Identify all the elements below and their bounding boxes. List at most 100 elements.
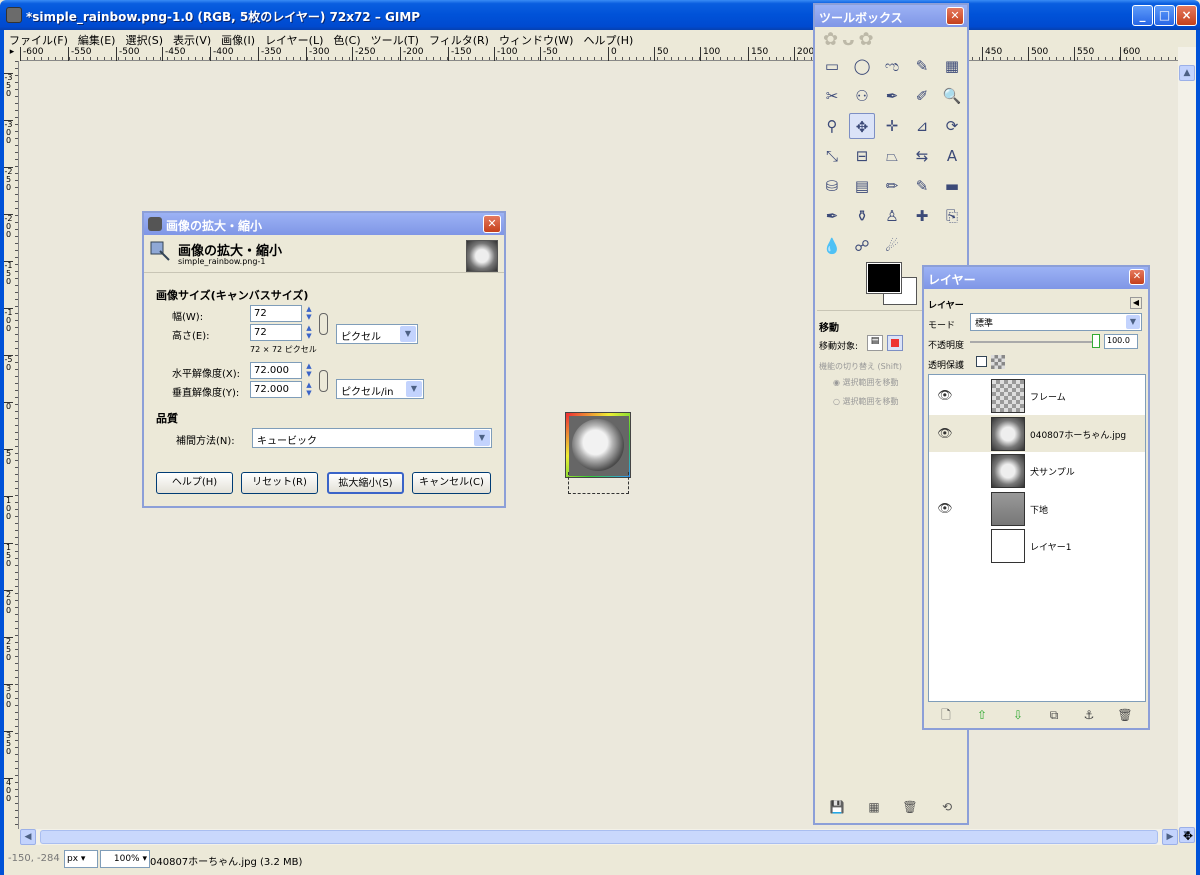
menu-filters[interactable]: フィルタ(R) (424, 30, 494, 47)
tool-icon[interactable]: ⚱ (849, 203, 875, 229)
mode-select[interactable]: 標準 ▼ (970, 313, 1142, 331)
interpolation-select[interactable]: キュービック ▼ (252, 428, 492, 448)
tool-icon[interactable]: ಌ (879, 53, 905, 79)
help-button[interactable]: ヘルプ(H) (156, 472, 233, 494)
toolbox-close-button[interactable]: ✕ (946, 7, 964, 25)
tool-icon[interactable]: ⤡ (819, 143, 845, 169)
visibility-eye-icon[interactable]: 👁 (937, 426, 953, 440)
tool-icon[interactable]: ✥ (849, 113, 875, 139)
menu-windows[interactable]: ウィンドウ(W) (494, 30, 578, 47)
tool-icon[interactable]: ⚲ (819, 113, 845, 139)
hscroll-thumb[interactable] (40, 830, 1158, 844)
tool-icon[interactable]: ⟳ (939, 113, 965, 139)
duplicate-layer-icon[interactable]: ⧉ (1046, 707, 1062, 723)
height-spin-icon[interactable]: ▲ ▼ (304, 324, 314, 341)
move-selection-icon[interactable] (887, 335, 903, 351)
quick-mask-corner-icon[interactable]: ▸ (4, 47, 20, 61)
menu-colors[interactable]: 色(C) (328, 30, 365, 47)
minimize-button[interactable]: _ (1132, 5, 1153, 26)
tool-icon[interactable]: ⇆ (909, 143, 935, 169)
navigate-icon[interactable]: ✥ (1180, 829, 1196, 845)
tool-icon[interactable]: ▦ (939, 53, 965, 79)
visibility-eye-icon[interactable] (937, 538, 953, 552)
tool-icon[interactable]: ⊿ (909, 113, 935, 139)
width-spin-icon[interactable]: ▲ ▼ (304, 305, 314, 322)
delete-options-icon[interactable]: 🗑 (902, 799, 918, 815)
scale-button[interactable]: 拡大縮小(S) (327, 472, 404, 494)
raise-layer-icon[interactable]: ⇧ (974, 707, 990, 723)
zoom-select[interactable]: 100% ▾ (100, 850, 150, 868)
res-unit-select[interactable]: ピクセル/in ▼ (336, 379, 424, 399)
horizontal-scrollbar[interactable]: ◀ ▶ (20, 829, 1178, 845)
tool-icon[interactable]: ♙ (879, 203, 905, 229)
move-layer-icon[interactable]: ▤ (867, 335, 883, 351)
tool-icon[interactable]: ⎘ (939, 203, 965, 229)
tool-icon[interactable]: ✂ (819, 83, 845, 109)
tool-icon[interactable]: ✚ (909, 203, 935, 229)
reset-button[interactable]: リセット(R) (241, 472, 318, 494)
tool-icon[interactable]: ☍ (849, 233, 875, 259)
tool-icon[interactable]: ✎ (909, 173, 935, 199)
tool-icon[interactable]: ✒ (879, 83, 905, 109)
tool-icon[interactable]: ⏢ (879, 143, 905, 169)
tool-icon[interactable]: ✐ (909, 83, 935, 109)
tool-icon[interactable]: ✏ (879, 173, 905, 199)
height-input[interactable]: 72 (250, 324, 302, 341)
yres-input[interactable]: 72.000 (250, 381, 302, 398)
close-button[interactable]: × (1176, 5, 1197, 26)
new-layer-icon[interactable]: 🗋 (938, 707, 954, 723)
visibility-eye-icon[interactable]: 👁 (937, 388, 953, 402)
tool-icon[interactable]: ▭ (819, 53, 845, 79)
save-options-icon[interactable]: 💾 (829, 799, 845, 815)
foreground-color-swatch[interactable] (866, 262, 902, 294)
tool-icon[interactable]: ☄ (879, 233, 905, 259)
anchor-layer-icon[interactable]: ⚓ (1081, 707, 1097, 723)
delete-layer-icon[interactable]: 🗑 (1117, 707, 1133, 723)
width-input[interactable]: 72 (250, 305, 302, 322)
tool-icon[interactable]: 🔍 (939, 83, 965, 109)
tool-icon[interactable]: ✛ (879, 113, 905, 139)
scroll-left-icon[interactable]: ◀ (20, 829, 36, 845)
visibility-eye-icon[interactable] (937, 463, 953, 477)
xres-input[interactable]: 72.000 (250, 362, 302, 379)
tool-icon[interactable]: A (939, 143, 965, 169)
restore-options-icon[interactable]: ▦ (866, 799, 882, 815)
scroll-right-icon[interactable]: ▶ (1162, 829, 1178, 845)
maximize-button[interactable]: □ (1154, 5, 1175, 26)
res-chain-link-icon[interactable] (319, 370, 328, 392)
lower-layer-icon[interactable]: ⇩ (1010, 707, 1026, 723)
menu-tools[interactable]: ツール(T) (366, 30, 424, 47)
reset-options-icon[interactable]: ⟲ (939, 799, 955, 815)
tool-icon[interactable]: ◯ (849, 53, 875, 79)
layer-row[interactable]: 犬サンプル (929, 452, 1145, 489)
menu-layer[interactable]: レイヤー(L) (260, 30, 328, 47)
menu-view[interactable]: 表示(V) (168, 30, 216, 47)
visibility-eye-icon[interactable]: 👁 (937, 501, 953, 515)
layer-row[interactable]: 👁 040807ホーちゃん.jpg (929, 414, 1145, 452)
vertical-scrollbar[interactable]: ▲ ▼ (1178, 47, 1196, 843)
tool-icon[interactable]: 💧 (819, 233, 845, 259)
canvas-image[interactable] (565, 412, 631, 478)
tool-icon[interactable]: ✒ (819, 203, 845, 229)
menu-image[interactable]: 画像(I) (216, 30, 260, 47)
chain-link-icon[interactable] (319, 313, 328, 335)
tool-icon[interactable]: ✎ (909, 53, 935, 79)
layer-row[interactable]: 👁 下地 (929, 490, 1145, 527)
yres-spin-icon[interactable]: ▲ ▼ (304, 381, 314, 398)
tool-icon[interactable]: ▬ (939, 173, 965, 199)
tool-icon[interactable]: ⊟ (849, 143, 875, 169)
opacity-input[interactable]: 100.0 (1104, 334, 1138, 349)
lock-alpha-checkbox[interactable] (976, 356, 987, 367)
tool-icon[interactable]: ⛁ (819, 173, 845, 199)
unit-select[interactable]: px ▾ (64, 850, 98, 868)
tool-icon[interactable]: ⚇ (849, 83, 875, 109)
size-unit-select[interactable]: ピクセル ▼ (336, 324, 418, 344)
opacity-slider[interactable] (970, 341, 1094, 343)
opacity-slider-handle[interactable] (1092, 334, 1100, 348)
cancel-button[interactable]: キャンセル(C) (412, 472, 491, 494)
dialog-close-button[interactable]: ✕ (483, 215, 501, 233)
menu-edit[interactable]: 編集(E) (73, 30, 121, 47)
menu-help[interactable]: ヘルプ(H) (578, 30, 638, 47)
layer-row[interactable]: レイヤー1 (929, 527, 1145, 564)
scroll-up-icon[interactable]: ▲ (1179, 65, 1195, 81)
